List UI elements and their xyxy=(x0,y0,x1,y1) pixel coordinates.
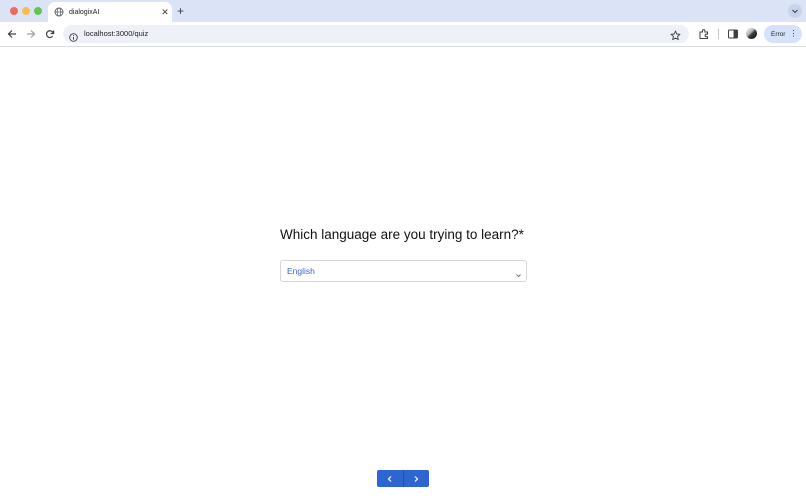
close-window-button[interactable] xyxy=(10,7,18,15)
tab-strip: dialogixAI ✕ + xyxy=(0,0,806,22)
quiz-page: Which language are you trying to learn?*… xyxy=(0,47,806,504)
tab-title: dialogixAI xyxy=(69,8,100,16)
globe-icon xyxy=(54,7,64,17)
language-select[interactable]: English xyxy=(280,260,527,282)
plus-icon[interactable]: + xyxy=(177,3,184,19)
profile-avatar[interactable] xyxy=(746,28,757,39)
address-bar[interactable]: localhost:3000/quiz xyxy=(63,25,689,43)
forward-arrow-icon[interactable] xyxy=(24,27,38,41)
next-button[interactable] xyxy=(404,470,430,487)
tab-dialogixai[interactable]: dialogixAI ✕ xyxy=(48,2,172,22)
reload-icon[interactable] xyxy=(43,27,57,41)
profile-error-chip[interactable]: Error ⋮ xyxy=(764,25,802,43)
browser-toolbar: localhost:3000/quiz Error ⋮ xyxy=(0,22,806,47)
chevron-down-icon xyxy=(792,9,798,14)
side-panel-icon[interactable] xyxy=(727,27,739,45)
close-icon[interactable]: ✕ xyxy=(158,7,172,18)
more-vert-icon[interactable]: ⋮ xyxy=(789,30,797,38)
quiz-navigation xyxy=(377,470,429,487)
info-icon[interactable] xyxy=(69,29,78,47)
chevron-left-icon xyxy=(387,475,392,482)
tab-search-button[interactable] xyxy=(788,4,802,18)
language-select-value: English xyxy=(287,266,315,276)
extensions-icon[interactable] xyxy=(698,27,710,45)
error-label: Error xyxy=(771,30,786,38)
chevron-down-icon xyxy=(514,267,523,285)
star-icon[interactable] xyxy=(670,28,681,46)
previous-button[interactable] xyxy=(377,470,403,487)
quiz-question: Which language are you trying to learn?* xyxy=(280,227,524,242)
url-text: localhost:3000/quiz xyxy=(84,29,149,38)
back-arrow-icon[interactable] xyxy=(5,27,19,41)
toolbar-divider xyxy=(718,29,719,39)
zoom-window-button[interactable] xyxy=(34,7,42,15)
minimize-window-button[interactable] xyxy=(22,7,30,15)
chevron-right-icon xyxy=(414,475,419,482)
